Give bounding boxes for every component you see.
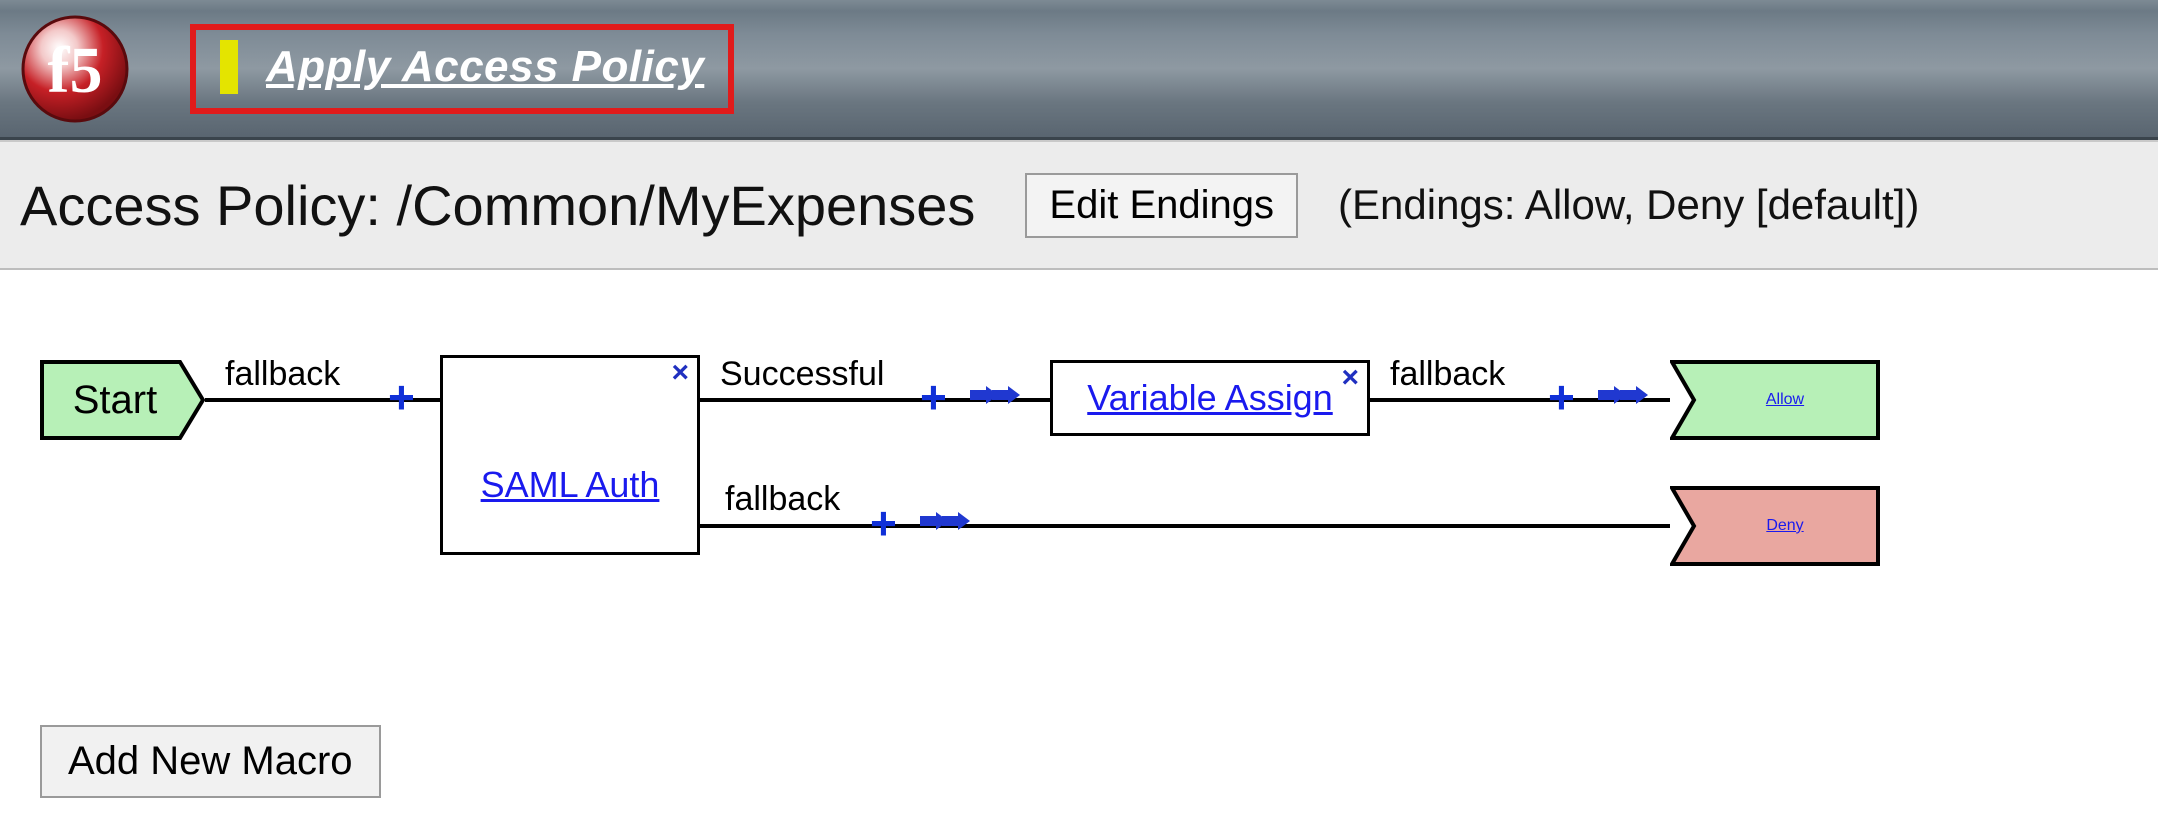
deny-ending-link[interactable]: Deny — [1766, 517, 1803, 535]
endings-summary: (Endings: Allow, Deny [default]) — [1338, 181, 1919, 229]
add-action-plus[interactable]: + — [920, 370, 947, 424]
app-header: f5 Apply Access Policy — [0, 0, 2158, 140]
edge-label-saml-fallback: fallback — [725, 480, 840, 519]
delete-node-icon[interactable]: × — [1341, 361, 1359, 395]
svg-text:f5: f5 — [48, 34, 103, 107]
pending-indicator-icon — [220, 40, 238, 94]
edit-endings-button[interactable]: Edit Endings — [1025, 173, 1298, 238]
edge-label-var-fallback: fallback — [1390, 355, 1505, 394]
edge-label-start-fallback: fallback — [225, 355, 340, 394]
allow-ending-node[interactable]: Allow — [1670, 360, 1880, 440]
deny-ending-node[interactable]: Deny — [1670, 486, 1880, 566]
edge-label-saml-successful: Successful — [720, 355, 884, 394]
add-action-plus[interactable]: + — [388, 370, 415, 424]
apply-access-policy-link[interactable]: Apply Access Policy — [266, 42, 704, 92]
apply-access-policy-highlight: Apply Access Policy — [190, 24, 734, 114]
f5-logo-icon: f5 — [20, 14, 130, 124]
add-action-plus[interactable]: + — [1548, 370, 1575, 424]
saml-auth-node[interactable]: × SAML Auth — [440, 355, 700, 555]
swap-branch-icon[interactable] — [1598, 386, 1648, 416]
saml-auth-link[interactable]: SAML Auth — [481, 464, 660, 506]
start-node-label: Start — [40, 360, 190, 440]
start-node[interactable]: Start — [40, 360, 205, 440]
delete-node-icon[interactable]: × — [671, 356, 689, 390]
allow-ending-link[interactable]: Allow — [1766, 391, 1804, 409]
swap-branch-icon[interactable] — [970, 386, 1020, 416]
add-action-plus[interactable]: + — [870, 496, 897, 550]
policy-subheader: Access Policy: /Common/MyExpenses Edit E… — [0, 140, 2158, 270]
policy-canvas: Start fallback + × SAML Auth Successful … — [0, 270, 2158, 828]
swap-branch-icon[interactable] — [920, 512, 970, 542]
connector — [700, 524, 1670, 528]
add-new-macro-button[interactable]: Add New Macro — [40, 725, 381, 798]
variable-assign-node[interactable]: × Variable Assign — [1050, 360, 1370, 436]
policy-title: Access Policy: /Common/MyExpenses — [20, 173, 975, 238]
variable-assign-link[interactable]: Variable Assign — [1087, 377, 1332, 419]
